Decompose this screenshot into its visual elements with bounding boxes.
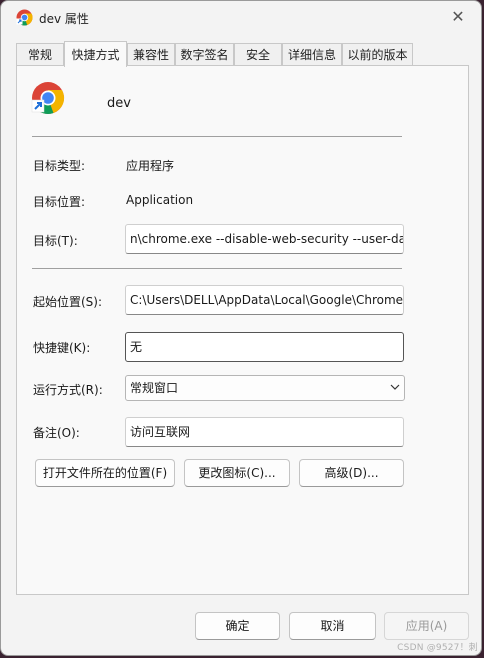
comment-label: 备注(O):	[33, 426, 80, 440]
run-select-value: 常规窗口	[130, 381, 179, 395]
shortcut-name: dev	[107, 96, 131, 111]
open-file-location-button[interactable]: 打开文件所在的位置(F)	[35, 459, 175, 487]
tab-previous-versions[interactable]: 以前的版本	[342, 43, 413, 65]
chrome-icon	[16, 9, 33, 26]
close-icon: ✕	[451, 7, 465, 26]
run-label: 运行方式(R):	[33, 383, 103, 397]
hotkey-label: 快捷键(K):	[33, 341, 91, 355]
close-button[interactable]: ✕	[447, 7, 469, 27]
advanced-button[interactable]: 高级(D)...	[299, 459, 404, 487]
target-location-value: Application	[126, 193, 194, 207]
comment-field[interactable]: 访问互联网	[125, 417, 404, 447]
watermark: CSDN @9527！刺	[397, 643, 478, 653]
target-location-label: 目标位置:	[33, 195, 86, 209]
tab-details[interactable]: 详细信息	[282, 43, 342, 65]
tab-shortcut[interactable]: 快捷方式	[64, 41, 127, 67]
properties-dialog: dev 属性 ✕ 常规 快捷方式 兼容性 数字签名 安全 详细信息 以前的版本 …	[0, 0, 482, 656]
target-label: 目标(T):	[33, 234, 78, 248]
tab-general[interactable]: 常规	[16, 43, 64, 65]
ok-button[interactable]: 确定	[195, 612, 280, 640]
run-select[interactable]: 常规窗口	[125, 375, 405, 401]
divider	[32, 136, 402, 137]
apply-button[interactable]: 应用(A)	[384, 612, 469, 640]
divider	[32, 268, 402, 269]
chrome-shortcut-icon	[31, 82, 65, 114]
chevron-down-icon	[390, 384, 400, 390]
tab-compatibility[interactable]: 兼容性	[127, 43, 175, 65]
hotkey-field[interactable]: 无	[125, 332, 404, 362]
title-bar[interactable]: dev 属性 ✕	[1, 1, 481, 35]
change-icon-button[interactable]: 更改图标(C)...	[184, 459, 290, 487]
target-field[interactable]: n\chrome.exe --disable-web-security --us…	[125, 224, 404, 254]
target-type-label: 目标类型:	[33, 159, 86, 173]
start-in-label: 起始位置(S):	[33, 295, 103, 309]
shortcut-panel	[16, 65, 469, 595]
window-title: dev 属性	[39, 12, 89, 26]
tab-digital-signatures[interactable]: 数字签名	[175, 43, 234, 65]
start-in-field[interactable]: C:\Users\DELL\AppData\Local\Google\Chrom…	[125, 285, 404, 315]
cancel-button[interactable]: 取消	[289, 612, 376, 640]
target-type-value: 应用程序	[126, 159, 175, 173]
tab-security[interactable]: 安全	[234, 43, 282, 65]
